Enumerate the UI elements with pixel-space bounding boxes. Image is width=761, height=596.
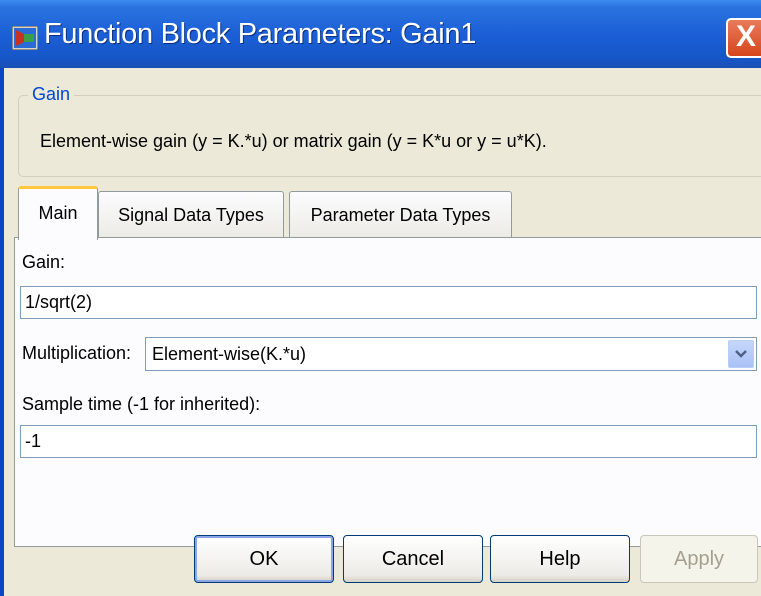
tab-label: Main [38,203,78,223]
ok-button[interactable]: OK [194,535,334,583]
tab-signal-data-types[interactable]: Signal Data Types [98,191,284,237]
help-label: Help [539,548,581,570]
cancel-button[interactable]: Cancel [343,535,483,583]
multiplication-select[interactable]: Element-wise(K.*u) [145,337,757,371]
sample-time-input[interactable] [20,425,757,458]
block-description: Element-wise gain (y = K.*u) or matrix g… [40,131,547,151]
help-button[interactable]: Help [490,535,630,583]
apply-label: Apply [673,548,725,570]
window-frame [0,68,4,596]
main-tab-panel [14,237,761,547]
close-icon: X [735,20,756,53]
window-title: Function Block Parameters: Gain1 [44,18,477,50]
dropdown-button[interactable] [728,340,754,368]
tab-parameter-data-types[interactable]: Parameter Data Types [289,191,512,237]
tab-main[interactable]: Main [18,186,98,240]
gain-input[interactable] [20,286,757,319]
multiplication-value: Element-wise(K.*u) [152,344,307,364]
cancel-label: Cancel [381,548,445,570]
ok-label: OK [249,548,279,570]
tab-label: Parameter Data Types [310,205,491,225]
multiplication-label: Multiplication: [22,343,132,363]
title-bar[interactable]: Function Block Parameters: Gain1 X [0,0,761,68]
sample-time-label: Sample time (-1 for inherited): [22,394,261,414]
apply-button[interactable]: Apply [640,535,758,583]
group-legend: Gain [28,84,75,105]
simulink-block-icon [12,26,38,50]
gain-label: Gain: [22,252,66,272]
close-button[interactable]: X [726,18,761,58]
chevron-down-icon [735,350,747,358]
tab-label: Signal Data Types [118,205,264,225]
